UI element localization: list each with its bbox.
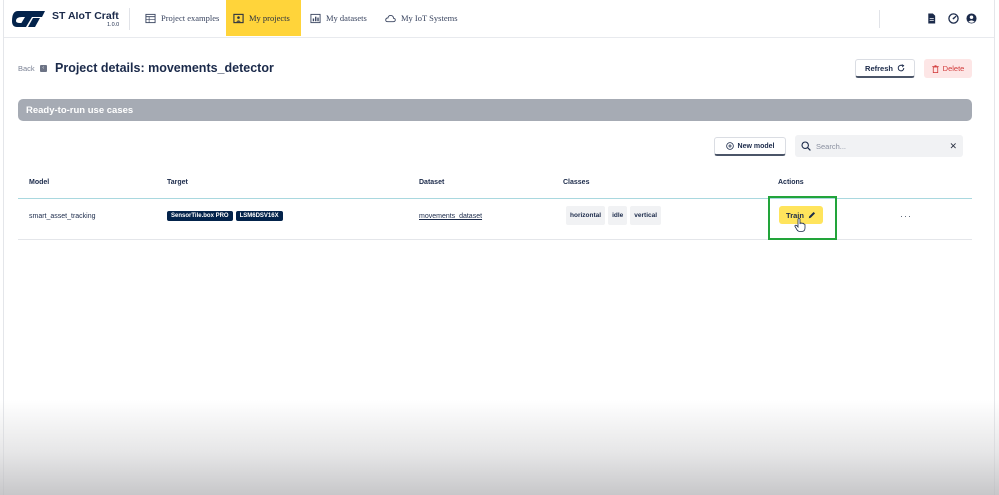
back-link[interactable]: Back ‹ — [18, 64, 47, 73]
nav-label: Project examples — [161, 13, 220, 23]
class-chips: horizontal idle vertical — [566, 206, 664, 225]
nav-my-datasets[interactable]: My datasets — [303, 0, 374, 36]
target-chip: LSM6DSV16X — [235, 211, 283, 221]
delete-button[interactable]: Delete — [924, 59, 972, 78]
section-title: Ready-to-run use cases — [26, 104, 134, 116]
brand-name: ST AIoT Craft — [52, 10, 119, 22]
nav-divider — [129, 8, 130, 30]
nav-label: My datasets — [326, 13, 367, 23]
hand-cursor-icon — [794, 218, 806, 232]
class-chip: vertical — [630, 206, 662, 225]
trash-icon — [931, 64, 939, 73]
column-header-actions: Actions — [778, 179, 804, 186]
bar-chart-icon — [310, 13, 321, 23]
grid-calendar-icon — [145, 13, 156, 23]
nav-divider — [879, 10, 880, 28]
nav-label: My IoT Systems — [401, 13, 458, 23]
search-box: ✕ — [795, 135, 963, 157]
back-label: Back — [18, 64, 35, 73]
table-row: smart_asset_tracking SensorTile.box PRO L… — [18, 196, 972, 240]
target-chip: SensorTile.box PRO — [167, 211, 233, 221]
brand[interactable]: ST AIoT Craft 1.0.0 — [12, 8, 119, 30]
target-chips: SensorTile.box PRO LSM6DSV16X — [167, 211, 286, 221]
dataset-link[interactable]: movements_dataset — [419, 213, 482, 220]
train-highlight-box: Train — [768, 196, 837, 240]
refresh-icon — [897, 64, 905, 72]
section-header-ready-to-run: Ready-to-run use cases — [18, 99, 972, 121]
new-model-button[interactable]: New model — [714, 137, 786, 156]
nav-my-iot-systems[interactable]: My IoT Systems — [378, 0, 465, 36]
brand-version: 1.0.0 — [107, 22, 120, 28]
column-header-target: Target — [167, 179, 188, 186]
delete-label: Delete — [942, 64, 965, 73]
nav-my-projects[interactable]: My projects — [226, 0, 301, 36]
table-header: Model Target Dataset Classes Actions — [18, 170, 972, 199]
clear-search-icon[interactable]: ✕ — [949, 141, 957, 152]
new-model-label: New model — [737, 142, 775, 150]
pencil-icon — [808, 211, 816, 219]
gauge-icon[interactable] — [948, 13, 959, 24]
document-icon[interactable] — [926, 13, 937, 24]
model-name: smart_asset_tracking — [29, 213, 96, 220]
nav-label: My projects — [249, 13, 290, 23]
search-icon — [801, 141, 811, 151]
refresh-label: Refresh — [865, 63, 893, 73]
nav-project-examples[interactable]: Project examples — [138, 0, 226, 36]
cloud-icon — [385, 14, 396, 22]
class-chip: idle — [608, 206, 628, 225]
account-icon[interactable] — [966, 13, 977, 24]
plus-circle-icon — [725, 142, 734, 150]
folder-person-icon — [233, 13, 244, 23]
top-navigation-bar: ST AIoT Craft 1.0.0 Project examples My … — [4, 0, 994, 38]
app-window: ST AIoT Craft 1.0.0 Project examples My … — [3, 0, 995, 495]
column-header-dataset: Dataset — [419, 179, 445, 186]
page-title: Project details: movements_detector — [55, 61, 274, 75]
back-arrow-icon: ‹ — [39, 65, 47, 72]
st-logo-icon — [12, 11, 45, 27]
search-input[interactable] — [816, 141, 945, 151]
column-header-classes: Classes — [563, 179, 590, 186]
class-chip: horizontal — [566, 206, 606, 225]
column-header-model: Model — [29, 179, 50, 186]
more-options-icon[interactable]: ··· — [900, 211, 912, 221]
refresh-button[interactable]: Refresh — [855, 59, 915, 78]
